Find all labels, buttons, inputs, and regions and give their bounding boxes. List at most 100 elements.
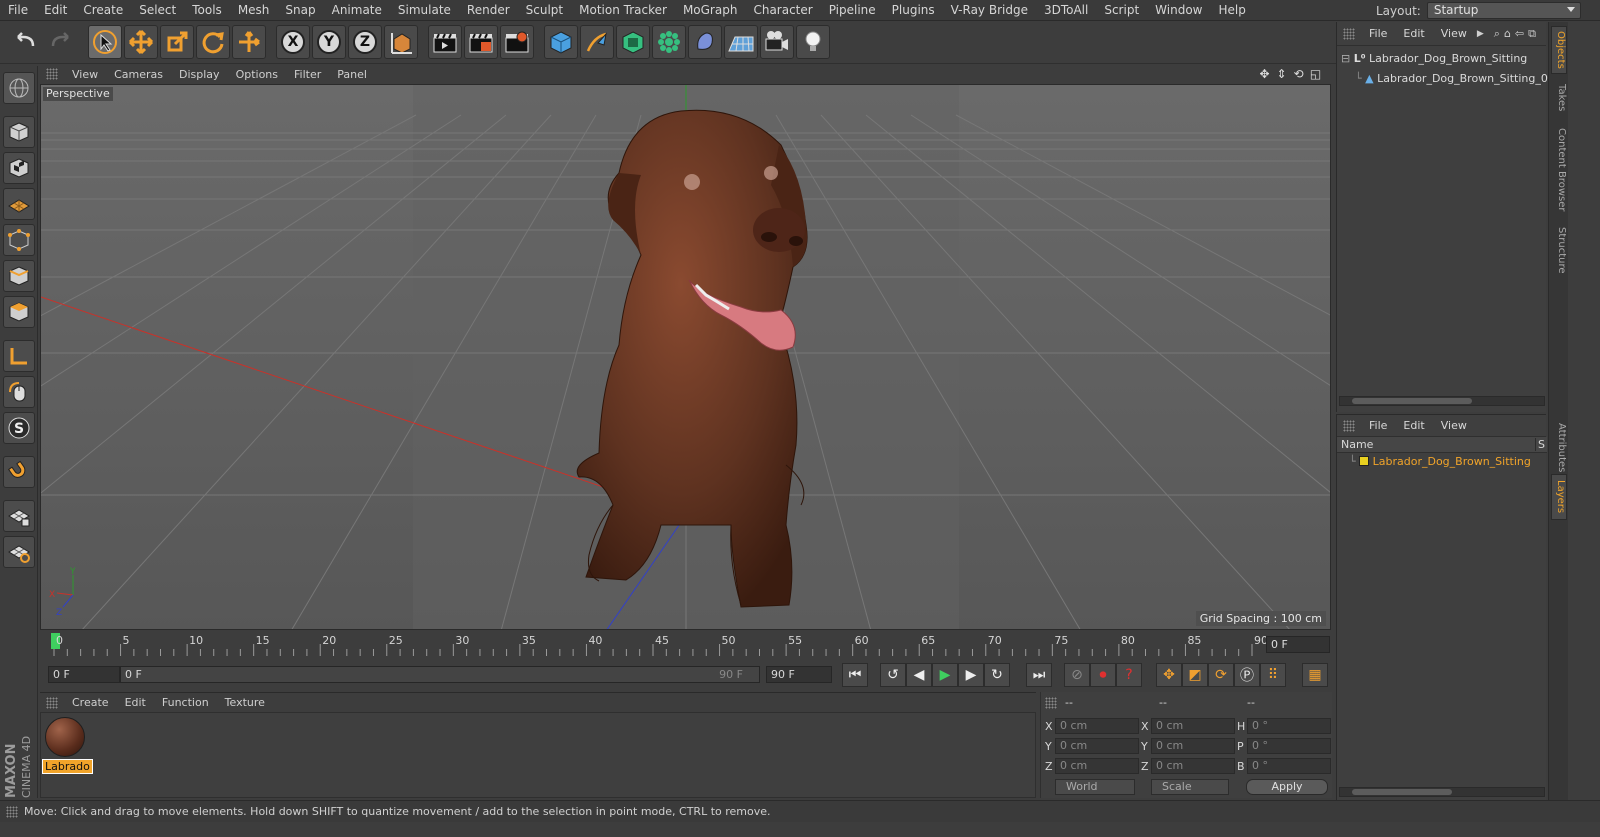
size-x-field[interactable]: 0 cm [1151, 718, 1235, 734]
viewport-menu-filter[interactable]: Filter [286, 68, 329, 81]
menu-character[interactable]: Character [745, 0, 820, 21]
scrollbar-thumb[interactable] [1352, 789, 1452, 795]
search-icon[interactable]: ⌕ [1494, 27, 1500, 41]
render-picture-viewer-button[interactable] [464, 25, 498, 59]
dolly-view-icon[interactable]: ⇕ [1275, 67, 1288, 81]
menu-simulate[interactable]: Simulate [390, 0, 459, 21]
make-editable-button[interactable] [3, 72, 35, 104]
object-manager-scrollbar[interactable] [1339, 396, 1545, 406]
pan-view-icon[interactable]: ✥ [1258, 67, 1271, 81]
add-cube-button[interactable] [544, 25, 578, 59]
solo-mode-button[interactable]: S [3, 412, 35, 444]
menu-pipeline[interactable]: Pipeline [821, 0, 884, 21]
step-back-button[interactable]: ◀ [906, 663, 932, 687]
material-menu-create[interactable]: Create [64, 696, 117, 709]
rot-h-field[interactable]: 0 ° [1247, 718, 1331, 734]
add-deformer-button[interactable] [688, 25, 722, 59]
menu-sculpt[interactable]: Sculpt [518, 0, 571, 21]
timeline-window-button[interactable]: ▦ [1302, 663, 1328, 687]
home-icon[interactable]: ⌂ [1504, 27, 1511, 40]
new-window-icon[interactable]: ⧉ [1528, 27, 1536, 41]
play-button[interactable]: ▶ [932, 663, 958, 687]
column-solo-header[interactable]: S [1535, 438, 1545, 451]
menu-help[interactable]: Help [1210, 0, 1253, 21]
keyframe-selection-button[interactable]: ? [1116, 663, 1142, 687]
menu-mesh[interactable]: Mesh [230, 0, 278, 21]
objects-menu-view[interactable]: View [1433, 27, 1475, 40]
edges-mode-button[interactable] [3, 260, 35, 292]
menu-file[interactable]: File [0, 0, 36, 21]
render-settings-button[interactable] [500, 25, 534, 59]
planar-workplane-button[interactable] [3, 536, 35, 568]
rotate-tool-button[interactable] [196, 25, 230, 59]
layers-menu-view[interactable]: View [1433, 419, 1475, 432]
goto-next-key-button[interactable]: ↻ [984, 663, 1010, 687]
back-icon[interactable]: ⇦ [1515, 27, 1524, 40]
key-position-button[interactable]: ✥ [1156, 663, 1182, 687]
model-mode-button[interactable] [3, 116, 35, 148]
lock-z-axis-button[interactable]: Z [348, 25, 382, 59]
scale-tool-button[interactable] [160, 25, 194, 59]
key-rotation-button[interactable]: ⟳ [1208, 663, 1234, 687]
menu-expand-icon[interactable]: ▶ [1477, 29, 1484, 39]
menu-script[interactable]: Script [1096, 0, 1147, 21]
workplane-mode-button[interactable] [3, 188, 35, 220]
viewport-menu-view[interactable]: View [64, 68, 106, 81]
objects-menu-edit[interactable]: Edit [1395, 27, 1432, 40]
goto-start-button[interactable]: ⏮ [842, 663, 868, 687]
menu-mograph[interactable]: MoGraph [675, 0, 746, 21]
pos-x-field[interactable]: 0 cm [1055, 718, 1139, 734]
transform-tool-button[interactable] [232, 25, 266, 59]
autokeying-button[interactable]: ⏺ [1090, 663, 1116, 687]
axis-mode-button[interactable] [3, 340, 35, 372]
layer-color-swatch[interactable] [1359, 456, 1370, 466]
apply-button[interactable]: Apply [1246, 779, 1328, 795]
live-selection-button[interactable] [88, 25, 122, 59]
menu-animate[interactable]: Animate [324, 0, 390, 21]
key-parameter-button[interactable]: Ⓟ [1234, 663, 1260, 687]
size-z-field[interactable]: 0 cm [1151, 758, 1235, 774]
texture-mode-button[interactable] [3, 152, 35, 184]
perspective-viewport[interactable]: Y X Z Perspective Grid Spacing : 100 cm [40, 84, 1331, 630]
layer-row[interactable]: └ Labrador_Dog_Brown_Sitting [1349, 455, 1531, 468]
goto-end-button[interactable]: ⏭ [1026, 663, 1052, 687]
orbit-view-icon[interactable]: ⟲ [1292, 67, 1305, 81]
timeline-scale[interactable]: 0 5 10 15 20 25 30 35 40 45 50 55 60 65 70 75 80 85 90 [46, 632, 1268, 660]
size-y-field[interactable]: 0 cm [1151, 738, 1235, 754]
viewport-menu-options[interactable]: Options [228, 68, 286, 81]
key-pla-button[interactable]: ⠿ [1260, 663, 1286, 687]
record-active-objects-button[interactable]: ⊘ [1064, 663, 1090, 687]
viewport-menu-panel[interactable]: Panel [329, 68, 375, 81]
viewport-menu-cameras[interactable]: Cameras [106, 68, 171, 81]
scrollbar-thumb[interactable] [1352, 398, 1472, 404]
add-generator-button[interactable] [616, 25, 650, 59]
menu-snap[interactable]: Snap [277, 0, 323, 21]
menu-create[interactable]: Create [75, 0, 131, 21]
lock-x-axis-button[interactable]: X [276, 25, 310, 59]
points-mode-button[interactable] [3, 224, 35, 256]
tab-objects[interactable]: Objects [1551, 26, 1567, 74]
menu-render[interactable]: Render [459, 0, 518, 21]
menu-tools[interactable]: Tools [184, 0, 230, 21]
collapse-icon[interactable]: ⊟ [1341, 52, 1350, 65]
menu-3dtoall[interactable]: 3DToAll [1036, 0, 1096, 21]
menu-window[interactable]: Window [1147, 0, 1210, 21]
objects-menu-file[interactable]: File [1361, 27, 1395, 40]
tab-attributes[interactable]: Attributes [1551, 418, 1567, 478]
rot-p-field[interactable]: 0 ° [1247, 738, 1331, 754]
timeline-ruler[interactable]: 0 5 10 15 20 25 30 35 40 45 50 55 60 65 70 75 80 85 90 0 F [40, 632, 1332, 660]
viewport-menu-display[interactable]: Display [171, 68, 228, 81]
menu-motion-tracker[interactable]: Motion Tracker [571, 0, 675, 21]
object-row-root[interactable]: ⊟ L⁰ Labrador_Dog_Brown_Sitting [1341, 52, 1527, 65]
add-camera-button[interactable] [760, 25, 794, 59]
render-view-button[interactable] [428, 25, 462, 59]
add-environment-button[interactable] [724, 25, 758, 59]
coordinate-space-dropdown[interactable]: World [1055, 779, 1135, 795]
menu-select[interactable]: Select [131, 0, 184, 21]
polygons-mode-button[interactable] [3, 296, 35, 328]
lock-y-axis-button[interactable]: Y [312, 25, 346, 59]
layers-menu-edit[interactable]: Edit [1395, 419, 1432, 432]
material-menu-texture[interactable]: Texture [217, 696, 273, 709]
material-name-label[interactable]: Labrado [42, 759, 93, 774]
material-menu-edit[interactable]: Edit [117, 696, 154, 709]
